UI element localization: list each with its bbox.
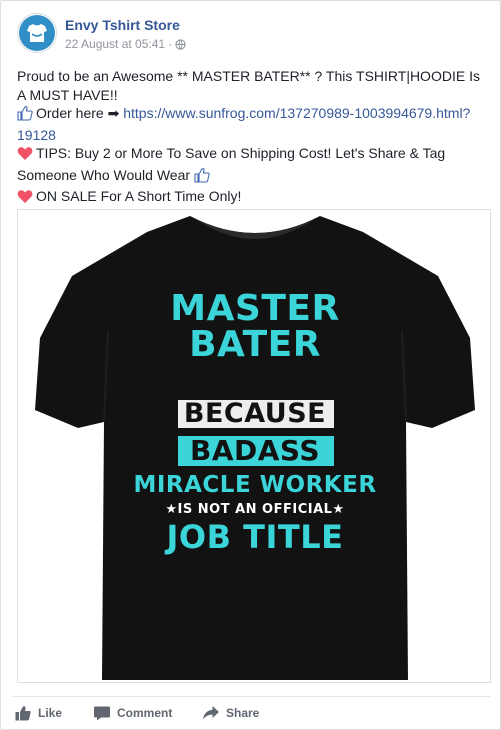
actions-divider — [13, 696, 490, 697]
like-button[interactable]: Like — [15, 699, 62, 727]
page-name[interactable]: Envy Tshirt Store — [65, 17, 180, 33]
separator-dot: · — [168, 37, 173, 51]
page-avatar[interactable] — [17, 13, 57, 53]
post-text: Proud to be an Awesome ** MASTER BATER**… — [17, 67, 485, 209]
comment-icon — [94, 706, 110, 720]
order-line: Order here ➡ https://www.sunfrog.com/137… — [17, 104, 485, 144]
heart-icon — [17, 189, 33, 209]
share-icon — [203, 706, 219, 720]
order-label: Order here ➡ — [36, 105, 120, 121]
post-meta: 22 August at 05:41 · — [65, 37, 186, 53]
post-actions: Like Comment Share — [13, 699, 490, 727]
shirt-line-bater: BATER — [189, 324, 321, 365]
share-label: Share — [226, 706, 260, 720]
tips-line: TIPS: Buy 2 or More To Save on Shipping … — [17, 144, 485, 187]
shirt-line-master: MASTER — [170, 288, 340, 329]
shirt-line-badass: BADASS — [190, 434, 320, 467]
comment-label: Comment — [117, 706, 173, 720]
thumbs-up-icon — [194, 167, 210, 188]
sale-text: ON SALE For A Short Time Only! — [36, 188, 242, 204]
like-label: Like — [38, 706, 63, 720]
thumbs-up-icon — [17, 105, 33, 126]
heart-icon — [17, 146, 33, 166]
post-timestamp[interactable]: 22 August at 05:41 — [65, 37, 165, 51]
post-image[interactable]: MASTER BATER BECAUSE BADASS MIRACLE WORK… — [17, 209, 491, 683]
like-icon — [15, 706, 31, 721]
shirt-line-not-official: ★IS NOT AN OFFICIAL★ — [165, 502, 345, 517]
shirt-line-job-title: JOB TITLE — [166, 518, 344, 556]
shirt-line-because: BECAUSE — [183, 398, 327, 429]
share-button[interactable]: Share — [203, 699, 259, 727]
tips-text: TIPS: Buy 2 or More To Save on Shipping … — [17, 145, 446, 183]
shirt-line-miracle-worker: MIRACLE WORKER — [133, 472, 377, 498]
comment-button[interactable]: Comment — [94, 699, 172, 727]
globe-icon[interactable] — [175, 39, 186, 53]
post-card: Envy Tshirt Store 22 August at 05:41 · Pr… — [0, 0, 501, 730]
post-text-line1: Proud to be an Awesome ** MASTER BATER**… — [17, 68, 480, 103]
sale-line: ON SALE For A Short Time Only! — [17, 187, 485, 209]
